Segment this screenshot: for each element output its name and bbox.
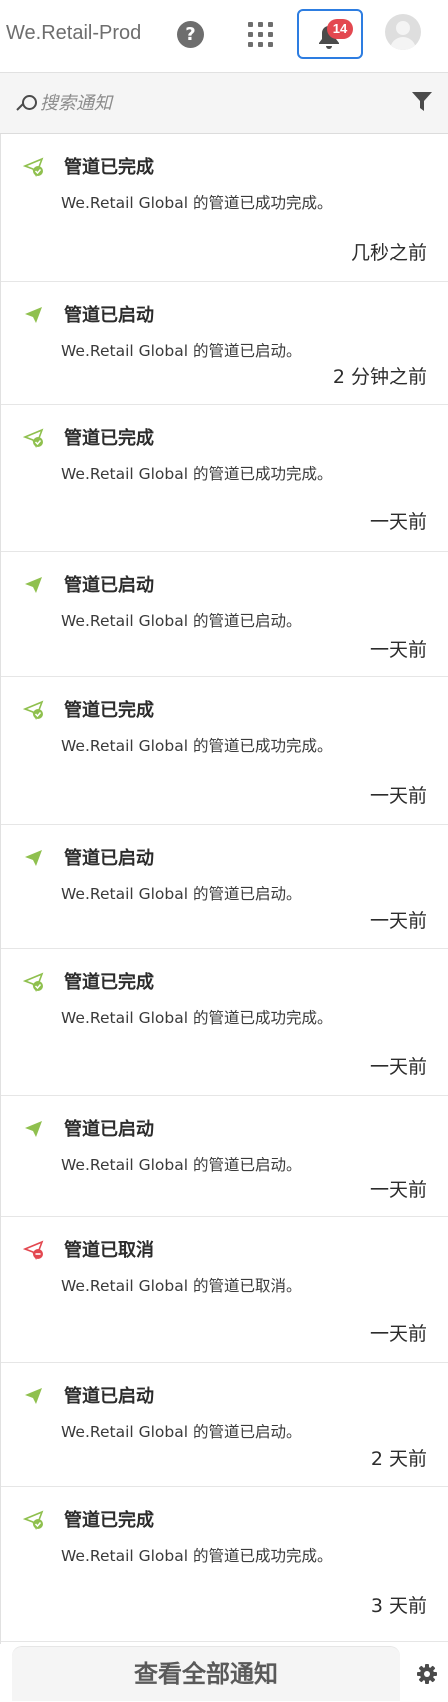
view-all-notifications-button[interactable]: 查看全部通知 <box>12 1646 400 1701</box>
notification-description: We.Retail Global 的管道已成功完成。 <box>61 194 333 212</box>
notification-item[interactable]: 管道已启动 We.Retail Global 的管道已启动。 2 分钟之前 <box>1 282 448 405</box>
notification-title: 管道已完成 <box>64 700 154 721</box>
notification-time: 一天前 <box>369 639 427 661</box>
notification-item[interactable]: 管道已完成 We.Retail Global 的管道已成功完成。 3 天前 <box>1 1487 448 1642</box>
pipeline-cancelled-icon <box>23 1240 44 1260</box>
pipeline-success-icon <box>23 700 44 720</box>
pipeline-success-icon <box>23 1510 44 1530</box>
notification-item[interactable]: 管道已启动 We.Retail Global 的管道已启动。 一天前 <box>1 1096 448 1217</box>
notification-title: 管道已完成 <box>64 972 154 993</box>
user-avatar-icon[interactable] <box>385 14 421 50</box>
notification-time: 几秒之前 <box>350 242 427 264</box>
notification-title: 管道已完成 <box>64 428 154 449</box>
notification-title: 管道已启动 <box>64 1119 154 1140</box>
notification-item[interactable]: 管道已完成 We.Retail Global 的管道已成功完成。 几秒之前 <box>1 134 448 282</box>
notification-description: We.Retail Global 的管道已启动。 <box>61 885 302 903</box>
apps-grid-icon[interactable] <box>248 22 274 48</box>
pipeline-started-icon <box>25 307 42 323</box>
notification-item[interactable]: 管道已启动 We.Retail Global 的管道已启动。 一天前 <box>1 552 448 677</box>
pipeline-started-icon <box>25 577 42 593</box>
notification-time: 一天前 <box>369 511 427 533</box>
help-icon[interactable]: ? <box>177 21 204 48</box>
notification-description: We.Retail Global 的管道已取消。 <box>61 1277 302 1295</box>
pipeline-success-icon <box>23 428 44 448</box>
notification-title: 管道已取消 <box>64 1240 154 1261</box>
top-bar: We.Retail-Prod ? 14 <box>0 0 448 73</box>
notification-time: 一天前 <box>369 910 427 932</box>
search-icon <box>16 95 38 117</box>
notification-description: We.Retail Global 的管道已启动。 <box>61 342 302 360</box>
search-input[interactable] <box>38 87 362 119</box>
notification-description: We.Retail Global 的管道已成功完成。 <box>61 737 333 755</box>
notification-time: 一天前 <box>369 1179 427 1201</box>
notification-title: 管道已启动 <box>64 575 154 596</box>
notifications-footer: 查看全部通知 <box>0 1644 448 1702</box>
notification-description: We.Retail Global 的管道已启动。 <box>61 1156 302 1174</box>
notification-description: We.Retail Global 的管道已成功完成。 <box>61 1547 333 1565</box>
notification-title: 管道已完成 <box>64 157 154 178</box>
notification-item[interactable]: 管道已完成 We.Retail Global 的管道已成功完成。 一天前 <box>1 949 448 1096</box>
notification-title: 管道已启动 <box>64 1386 154 1407</box>
pipeline-started-icon <box>25 1121 42 1137</box>
notification-item[interactable]: 管道已启动 We.Retail Global 的管道已启动。 一天前 <box>1 825 448 949</box>
notification-time: 2 天前 <box>370 1448 427 1470</box>
notification-description: We.Retail Global 的管道已成功完成。 <box>61 465 333 483</box>
pipeline-success-icon <box>23 157 44 177</box>
notification-time: 一天前 <box>369 785 427 807</box>
search-bar <box>0 73 448 134</box>
pipeline-started-icon <box>25 1388 42 1404</box>
notification-time: 一天前 <box>369 1323 427 1345</box>
notification-description: We.Retail Global 的管道已成功完成。 <box>61 1009 333 1027</box>
notification-title: 管道已完成 <box>64 1510 154 1531</box>
pipeline-started-icon <box>25 850 42 866</box>
notification-time: 3 天前 <box>370 1595 427 1617</box>
notification-item[interactable]: 管道已完成 We.Retail Global 的管道已成功完成。 一天前 <box>1 677 448 825</box>
notification-title: 管道已启动 <box>64 305 154 326</box>
notification-time: 2 分钟之前 <box>332 366 427 388</box>
notification-description: We.Retail Global 的管道已启动。 <box>61 612 302 630</box>
notification-time: 一天前 <box>369 1056 427 1078</box>
notification-item[interactable]: 管道已完成 We.Retail Global 的管道已成功完成。 一天前 <box>1 405 448 552</box>
filter-icon[interactable] <box>411 91 433 113</box>
notification-item[interactable]: 管道已取消 We.Retail Global 的管道已取消。 一天前 <box>1 1217 448 1363</box>
pipeline-success-icon <box>23 972 44 992</box>
app-title[interactable]: We.Retail-Prod <box>6 22 141 45</box>
notification-description: We.Retail Global 的管道已启动。 <box>61 1423 302 1441</box>
gear-icon[interactable] <box>416 1663 438 1685</box>
notification-title: 管道已启动 <box>64 848 154 869</box>
notification-count-badge: 14 <box>327 19 353 39</box>
notification-item[interactable]: 管道已启动 We.Retail Global 的管道已启动。 2 天前 <box>1 1363 448 1487</box>
notification-list: 管道已完成 We.Retail Global 的管道已成功完成。 几秒之前 管道… <box>0 134 448 1644</box>
